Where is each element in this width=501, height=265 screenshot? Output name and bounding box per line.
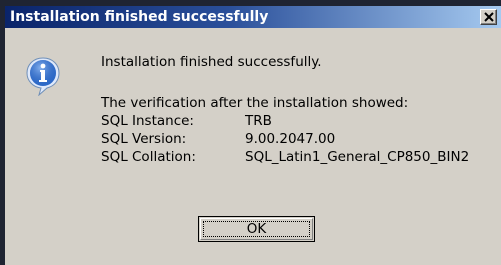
close-button[interactable] xyxy=(480,9,497,25)
sql-version-value: 9.00.2047.00 xyxy=(245,131,336,147)
info-icon xyxy=(26,57,60,96)
sql-instance-label: SQL Instance: xyxy=(101,113,194,129)
title-bar[interactable]: Installation finished successfully xyxy=(5,6,501,28)
installation-dialog: Installation finished successfully Insta… xyxy=(0,0,501,265)
success-message: Installation finished successfully. xyxy=(101,54,322,70)
ok-button[interactable]: OK xyxy=(198,216,315,242)
dialog-title: Installation finished successfully xyxy=(10,9,269,25)
verification-intro: The verification after the installation … xyxy=(101,95,409,111)
sql-collation-label: SQL Collation: xyxy=(101,149,196,165)
ok-button-label: OK xyxy=(246,221,267,237)
sql-version-label: SQL Version: xyxy=(101,131,187,147)
sql-collation-value: SQL_Latin1_General_CP850_BIN2 xyxy=(245,149,470,165)
sql-instance-value: TRB xyxy=(245,113,272,129)
close-icon xyxy=(484,12,494,22)
